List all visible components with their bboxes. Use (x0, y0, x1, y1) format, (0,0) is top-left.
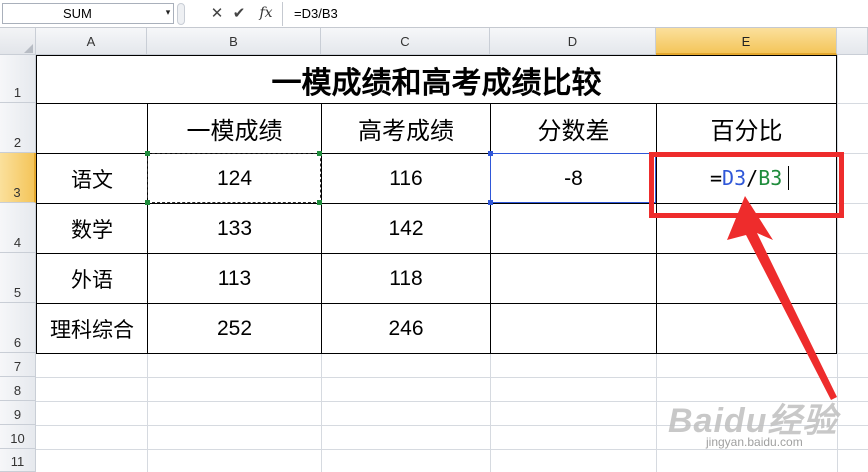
baidu-jingyan-watermark: Baidu经验 jingyan.baidu.com (668, 393, 858, 463)
watermark-url: jingyan.baidu.com (706, 435, 803, 449)
